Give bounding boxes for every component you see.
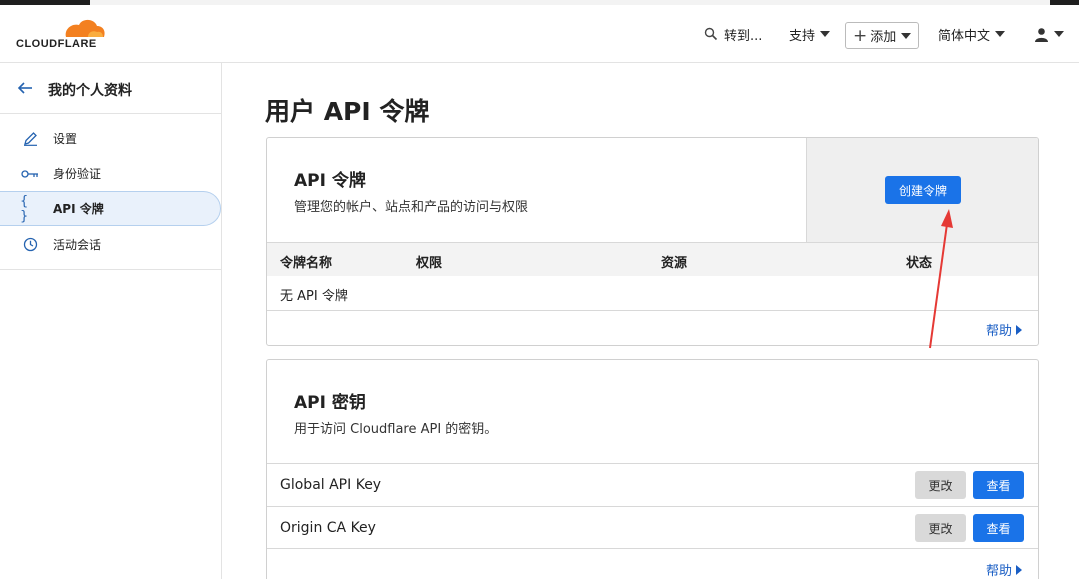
column-header-permissions: 权限 (416, 256, 443, 271)
sidebar-item-authentication[interactable]: 身份验证 (0, 156, 221, 191)
api-tokens-card: API 令牌 管理您的帐户、站点和产品的访问与权限 创建令牌 令牌名称 权限 资… (266, 137, 1039, 346)
sidebar-header: 我的个人资料 (0, 63, 221, 114)
chevron-right-icon (1016, 564, 1022, 575)
sidebar-title: 我的个人资料 (48, 83, 132, 99)
sidebar-divider (0, 269, 221, 270)
support-label: 支持 (789, 28, 816, 44)
view-key-button[interactable]: 查看 (973, 514, 1024, 542)
user-icon (1035, 27, 1048, 42)
change-key-button[interactable]: 更改 (915, 514, 966, 542)
table-row: Origin CA Key 更改 查看 (267, 506, 1038, 549)
column-header-status: 状态 (906, 256, 933, 271)
add-button[interactable]: + 添加 (845, 22, 920, 49)
add-label: 添加 (870, 30, 897, 45)
empty-state-text: 无 API 令牌 (280, 289, 348, 304)
sidebar-item-active-sessions[interactable]: 活动会话 (0, 227, 221, 262)
key-icon (20, 168, 40, 180)
tokens-card-title: API 令牌 (294, 171, 366, 191)
back-arrow-icon[interactable] (16, 79, 34, 97)
search-label: 转到... (724, 28, 763, 44)
chevron-down-icon (901, 32, 912, 39)
change-key-button[interactable]: 更改 (915, 471, 966, 499)
language-menu[interactable]: 简体中文 (938, 19, 1006, 49)
key-name: Origin CA Key (280, 520, 376, 536)
logo-text: CLOUDFLARE (16, 38, 97, 50)
create-token-button[interactable]: 创建令牌 (885, 176, 961, 204)
profile-sidebar: 我的个人资料 设置 身份验证 { } API 令牌 活动会话 (0, 63, 222, 579)
keys-card-title: API 密钥 (294, 393, 366, 413)
goto-search[interactable]: 转到... (704, 19, 762, 49)
language-label: 简体中文 (938, 28, 991, 44)
page-title: 用户 API 令牌 (265, 97, 430, 126)
sidebar-item-api-tokens[interactable]: { } API 令牌 (0, 191, 221, 226)
table-empty-row: 无 API 令牌 (267, 276, 1038, 311)
help-link[interactable]: 帮助 (986, 560, 1022, 579)
key-name: Global API Key (280, 477, 382, 493)
cloudflare-logo[interactable]: CLOUDFLARE (14, 15, 110, 55)
create-token-panel: 创建令牌 (806, 138, 1038, 242)
column-header-token-name: 令牌名称 (280, 256, 333, 271)
help-link-label: 帮助 (985, 564, 1012, 579)
cloud-logo-icon (65, 19, 105, 37)
chevron-right-icon (1016, 324, 1022, 335)
help-link[interactable]: 帮助 (986, 320, 1022, 339)
tokens-card-description: 管理您的帐户、站点和产品的访问与权限 (294, 200, 529, 215)
support-menu[interactable]: 支持 (789, 19, 831, 49)
clock-icon (20, 237, 40, 252)
tokens-table-header: 令牌名称 权限 资源 状态 (267, 242, 1038, 276)
search-icon (704, 27, 718, 41)
table-row: Global API Key 更改 查看 (267, 463, 1038, 506)
sidebar-item-label: API 令牌 (53, 202, 104, 216)
sidebar-item-settings[interactable]: 设置 (0, 121, 221, 156)
api-keys-card: API 密钥 用于访问 Cloudflare API 的密钥。 Global A… (266, 359, 1039, 579)
plus-icon: + (853, 25, 868, 46)
chevron-down-icon (995, 31, 1006, 37)
help-link-label: 帮助 (985, 324, 1012, 339)
sidebar-item-label: 设置 (53, 132, 78, 146)
pencil-icon (20, 131, 40, 146)
chevron-down-icon (820, 31, 831, 37)
user-menu[interactable] (1034, 19, 1064, 49)
braces-icon: { } (20, 193, 29, 224)
sidebar-item-label: 活动会话 (53, 238, 102, 252)
column-header-resources: 资源 (661, 256, 688, 271)
top-header: CLOUDFLARE 转到... 支持 + 添加 简体中文 (0, 5, 1079, 63)
view-key-button[interactable]: 查看 (973, 471, 1024, 499)
chevron-down-icon (1054, 31, 1064, 37)
keys-card-description: 用于访问 Cloudflare API 的密钥。 (294, 422, 498, 437)
sidebar-item-label: 身份验证 (53, 167, 102, 181)
